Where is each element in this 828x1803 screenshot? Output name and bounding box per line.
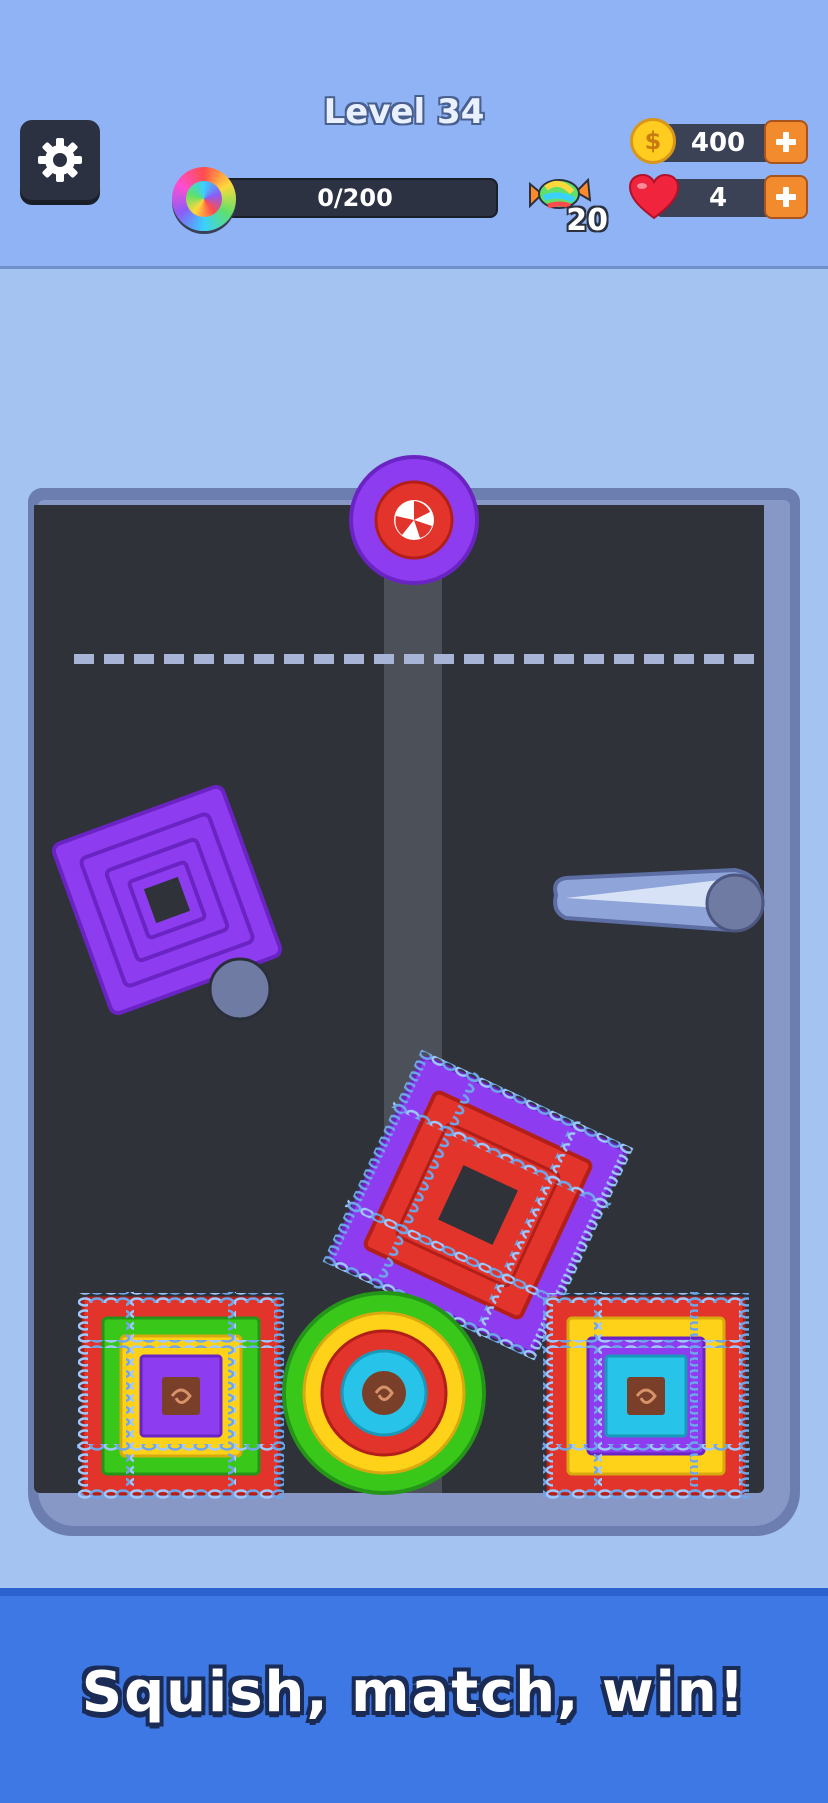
peg-left [208,957,272,1021]
candy-core-icon [394,500,434,540]
lever-pin[interactable] [553,867,765,933]
chained-stack-left[interactable] [77,1292,285,1500]
game-scene [51,455,765,1500]
chained-stack-right[interactable] [542,1292,750,1500]
ring-stack-center[interactable] [282,1291,486,1495]
tagline: Squish, match, win! [81,1660,747,1725]
next-piece[interactable] [349,455,479,585]
